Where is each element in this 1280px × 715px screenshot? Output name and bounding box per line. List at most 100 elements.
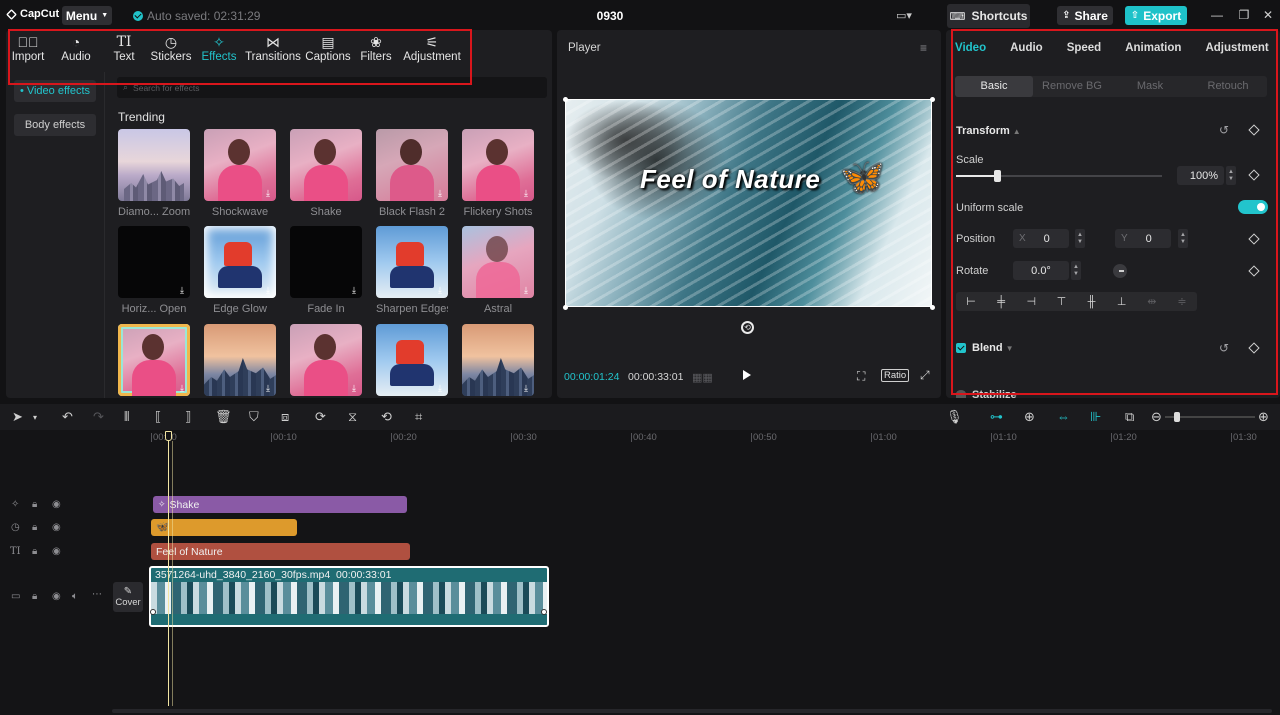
- undo-icon[interactable]: ↶: [62, 409, 73, 425]
- eye-icon[interactable]: ◉: [52, 591, 61, 602]
- cover-button[interactable]: ✎ Cover: [113, 582, 143, 612]
- lock-icon[interactable]: 🔒︎: [32, 522, 37, 533]
- scale-stepper[interactable]: ▲ ▼: [1226, 166, 1236, 185]
- resize-handle[interactable]: [563, 97, 568, 102]
- ratio-button[interactable]: Ratio: [881, 369, 910, 382]
- linkage-icon[interactable]: ⇔: [1057, 409, 1070, 424]
- effect-card-fade-in[interactable]: ⤓ Fade In: [290, 226, 362, 315]
- effect-card-shockwave[interactable]: ⤓ Shockwave: [204, 129, 276, 218]
- nav-item-video-effects[interactable]: • Video effects: [14, 80, 96, 102]
- subtab-mask[interactable]: Mask: [1111, 76, 1189, 97]
- reset-icon[interactable]: ↺: [1219, 341, 1229, 355]
- position-y-stepper[interactable]: ▲ ▼: [1178, 229, 1188, 248]
- playhead[interactable]: [168, 431, 169, 706]
- effect-card-black-flash-2[interactable]: ⤓ Black Flash 2: [376, 129, 448, 218]
- text-clip-feel-of-nature[interactable]: Feel of Nature: [151, 543, 410, 560]
- play-button[interactable]: [743, 370, 751, 380]
- playhead-handle[interactable]: [165, 431, 172, 441]
- lock-icon[interactable]: 🔒︎: [32, 499, 37, 510]
- tab-audio[interactable]: Audio: [1010, 42, 1043, 54]
- chevron-down-icon[interactable]: ▾: [33, 413, 37, 422]
- align-center-h-icon[interactable]: ╪: [993, 296, 1009, 308]
- video-preview[interactable]: Feel of Nature 🦋: [565, 99, 932, 307]
- subtab-retouch[interactable]: Retouch: [1189, 76, 1267, 97]
- toolbar-item-text[interactable]: TI Text: [102, 30, 146, 70]
- toolbar-item-effects[interactable]: ✧ Effects: [196, 30, 242, 70]
- minimize-icon[interactable]: —: [1210, 8, 1224, 22]
- tab-animation[interactable]: Animation: [1125, 42, 1181, 54]
- effect-card[interactable]: ⤓: [204, 324, 276, 396]
- blend-section-header[interactable]: Blend ▼: [972, 342, 1013, 354]
- stabilize-checkbox[interactable]: [956, 390, 966, 398]
- video-clip[interactable]: 3571264-uhd_3840_2160_30fps.mp4 00:00:33…: [149, 566, 549, 627]
- resize-handle[interactable]: [930, 97, 935, 102]
- keyframe-icon[interactable]: [1248, 342, 1260, 354]
- position-x-stepper[interactable]: ▲ ▼: [1075, 229, 1085, 248]
- redo-icon[interactable]: ↷: [93, 409, 104, 425]
- toolbar-item-import[interactable]: ▶⃞ Import: [6, 30, 50, 70]
- delete-icon[interactable]: 🗑: [215, 409, 232, 425]
- subtab-basic[interactable]: Basic: [955, 76, 1033, 97]
- align-left-icon[interactable]: ⊢: [963, 295, 979, 308]
- split-right-icon[interactable]: ⟧: [185, 409, 191, 425]
- picture-in-picture-icon[interactable]: ⧉: [1125, 409, 1134, 425]
- blend-checkbox[interactable]: [956, 343, 966, 353]
- reset-icon[interactable]: ↺: [1219, 123, 1229, 137]
- timeline-grid-icon[interactable]: ▦▦: [692, 371, 713, 384]
- toolbar-item-audio[interactable]: ◔ Audio: [50, 30, 102, 70]
- marker-icon[interactable]: ⛉: [249, 409, 259, 425]
- rotate-input[interactable]: 0.0°: [1013, 261, 1069, 280]
- share-button[interactable]: ⇪ Share: [1057, 6, 1113, 25]
- effect-card[interactable]: ⤓: [290, 324, 362, 396]
- freeze-icon[interactable]: ⧈: [281, 409, 289, 425]
- scale-slider[interactable]: [956, 170, 1162, 182]
- effect-card-astral[interactable]: ⤓ Astral: [462, 226, 534, 315]
- distribute-h-icon[interactable]: ⇹: [1144, 295, 1160, 308]
- zoom-in-icon[interactable]: ⊕: [1258, 409, 1269, 425]
- effect-card-flickery-shots[interactable]: ⤓ Flickery Shots: [462, 129, 534, 218]
- keyframe-icon[interactable]: [1248, 169, 1260, 181]
- auto-snap-icon[interactable]: ⊕: [1024, 409, 1035, 425]
- tab-video[interactable]: Video: [955, 42, 986, 54]
- align-bottom-icon[interactable]: ⊥: [1114, 295, 1130, 308]
- microphone-icon[interactable]: 🎙: [946, 409, 963, 425]
- mirror-icon[interactable]: ⧖: [348, 409, 357, 425]
- tab-speed[interactable]: Speed: [1067, 42, 1102, 54]
- fullscreen-icon[interactable]: ⤢: [920, 368, 930, 383]
- align-center-v-icon[interactable]: ╫: [1084, 296, 1100, 308]
- lock-icon[interactable]: 🔒︎: [32, 546, 37, 557]
- effect-clip-shake[interactable]: ✧ Shake: [153, 496, 407, 513]
- eye-icon[interactable]: ◉: [52, 522, 61, 533]
- butterfly-sticker-icon[interactable]: 🦋: [840, 156, 885, 198]
- select-cursor-icon[interactable]: ➤: [12, 409, 23, 425]
- effect-card[interactable]: ⤓: [462, 324, 534, 396]
- toolbar-item-filters[interactable]: ❀ Filters: [352, 30, 400, 70]
- resize-handle[interactable]: [563, 305, 568, 310]
- effect-card-edge-glow[interactable]: ⤓ Edge Glow: [204, 226, 276, 315]
- volume-icon[interactable]: 🔈︎: [72, 591, 78, 602]
- scale-slider-knob[interactable]: [994, 170, 1002, 182]
- close-icon[interactable]: ✕: [1261, 8, 1275, 22]
- effect-card-sharpen-edges[interactable]: ⤓ Sharpen Edges: [376, 226, 448, 315]
- scale-value-input[interactable]: 100%: [1177, 166, 1224, 185]
- effect-card-shake[interactable]: Shake: [290, 129, 362, 218]
- keyframe-icon[interactable]: [1248, 124, 1260, 136]
- shortcuts-button[interactable]: ⌨ Shortcuts: [947, 4, 1030, 28]
- position-y-input[interactable]: Y 0: [1115, 229, 1171, 248]
- keyframe-icon[interactable]: [1248, 233, 1260, 245]
- hamburger-menu-icon[interactable]: ≡: [920, 41, 927, 55]
- nav-item-body-effects[interactable]: Body effects: [14, 114, 96, 136]
- zoom-out-icon[interactable]: ⊖: [1151, 409, 1162, 425]
- rotate-icon[interactable]: ⟲: [381, 409, 392, 425]
- rotate-handle-icon[interactable]: ⟲: [741, 321, 754, 334]
- zoom-fit-icon[interactable]: ⛶: [857, 369, 865, 384]
- keyframe-icon[interactable]: [1248, 265, 1260, 277]
- resize-handle[interactable]: [930, 305, 935, 310]
- toolbar-item-stickers[interactable]: ◷ Stickers: [146, 30, 196, 70]
- effect-card[interactable]: ⤓: [376, 324, 448, 396]
- transform-section-header[interactable]: Transform ▲: [956, 125, 1021, 137]
- project-name[interactable]: 0930: [590, 9, 630, 23]
- layout-icon[interactable]: ▭▾: [896, 9, 918, 22]
- distribute-v-icon[interactable]: ≑: [1174, 295, 1190, 308]
- rotate-dial-icon[interactable]: [1113, 264, 1127, 278]
